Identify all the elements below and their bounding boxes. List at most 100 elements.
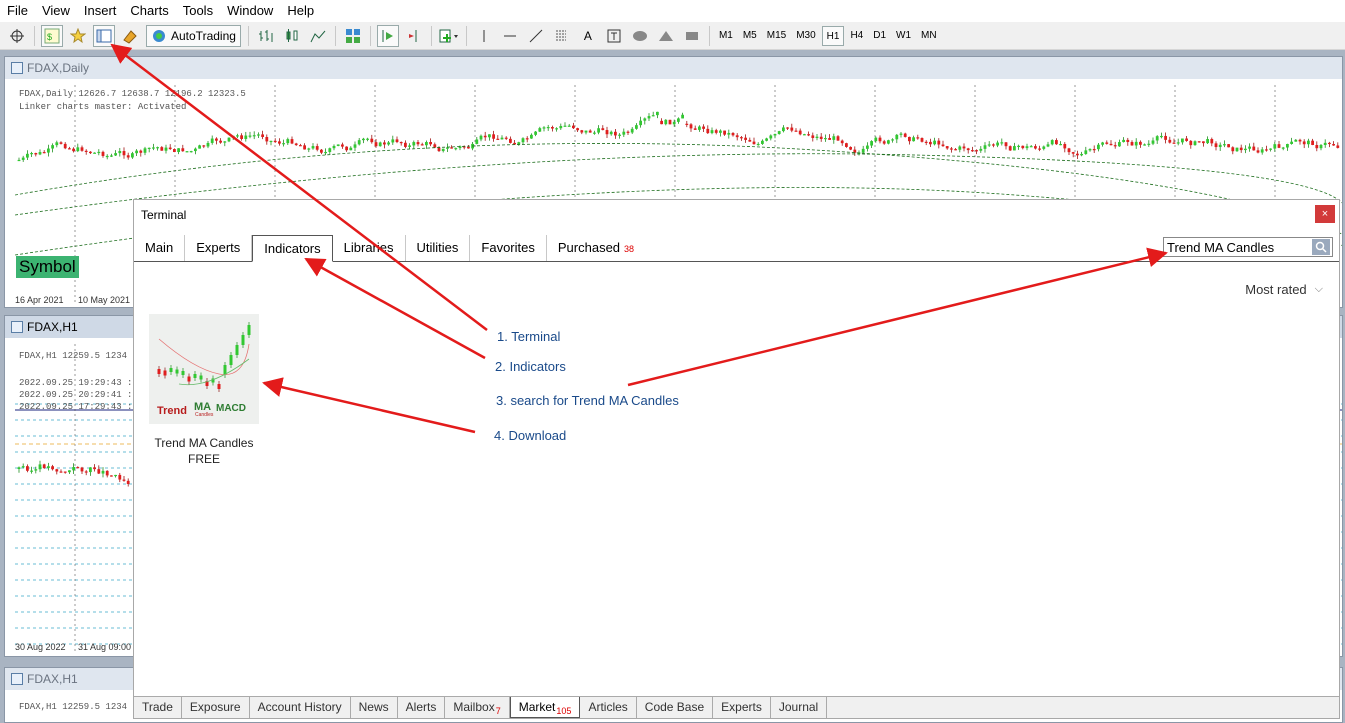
timeframe-m1[interactable]: M1 xyxy=(715,26,737,46)
tab-experts-log[interactable]: Experts xyxy=(713,697,771,718)
tab-trade[interactable]: Trade xyxy=(134,697,182,718)
timeframe-m15[interactable]: M15 xyxy=(763,26,790,46)
candle-body xyxy=(756,143,760,146)
tab-favorites[interactable]: Favorites xyxy=(470,235,547,261)
candle-body xyxy=(387,142,390,145)
menu-file[interactable]: File xyxy=(0,0,35,22)
timeframe-m30[interactable]: M30 xyxy=(792,26,819,46)
tab-articles[interactable]: Articles xyxy=(580,697,637,718)
menu-charts[interactable]: Charts xyxy=(123,0,175,22)
chart-window-icon xyxy=(11,62,23,74)
candle-body xyxy=(819,136,823,139)
text-label-icon[interactable] xyxy=(603,25,625,47)
menu-tools[interactable]: Tools xyxy=(176,0,220,22)
timeframe-m5[interactable]: M5 xyxy=(739,26,761,46)
ellipse-icon[interactable] xyxy=(629,25,651,47)
candle-body xyxy=(1210,139,1214,144)
horizontal-line-icon[interactable] xyxy=(499,25,521,47)
candle-body xyxy=(811,135,815,139)
sort-dropdown[interactable]: Most rated ⌵ xyxy=(1245,282,1323,297)
tab-exposure[interactable]: Exposure xyxy=(182,697,250,718)
candle-body xyxy=(194,148,197,152)
candle-body xyxy=(215,138,218,141)
rectangle-icon[interactable] xyxy=(681,25,703,47)
candle-body xyxy=(131,153,134,158)
tab-libraries[interactable]: Libraries xyxy=(333,235,406,261)
triangle-icon[interactable] xyxy=(655,25,677,47)
candle-body xyxy=(572,125,575,129)
tab-purchased[interactable]: Purchased 38 xyxy=(547,235,645,261)
crosshair-icon[interactable] xyxy=(6,25,28,47)
candle-body xyxy=(114,474,117,477)
candle-body xyxy=(1290,141,1293,144)
product-name[interactable]: Trend MA Candles xyxy=(149,436,259,450)
tab-mailbox[interactable]: Mailbox7 xyxy=(445,697,510,718)
thumb-candle-body xyxy=(175,369,179,374)
candle-body xyxy=(748,139,752,142)
menu-view[interactable]: View xyxy=(35,0,77,22)
timeframe-mn[interactable]: MN xyxy=(917,26,941,46)
text-tool-icon[interactable]: A xyxy=(577,25,599,47)
tab-indicators[interactable]: Indicators xyxy=(252,235,333,262)
candle-body xyxy=(672,121,676,125)
auto-scroll-icon[interactable] xyxy=(376,24,399,47)
strategy-tester-icon[interactable] xyxy=(119,25,141,47)
tab-experts[interactable]: Experts xyxy=(185,235,253,261)
candle-body xyxy=(861,148,865,153)
candle-body xyxy=(378,142,382,147)
terminal-toggle-icon[interactable] xyxy=(93,24,115,47)
tab-account-history[interactable]: Account History xyxy=(250,697,351,718)
timeframe-h4[interactable]: H4 xyxy=(846,26,867,46)
chart-shift-icon[interactable] xyxy=(403,25,425,47)
market-watch-icon[interactable]: $ xyxy=(41,24,63,47)
search-input[interactable] xyxy=(1164,239,1312,255)
timeframe-w1[interactable]: W1 xyxy=(892,26,915,46)
candle-body xyxy=(1008,146,1012,151)
tab-label: Utilities xyxy=(416,240,459,255)
menu-window[interactable]: Window xyxy=(220,0,280,22)
candle-body xyxy=(1160,135,1163,138)
candle-body xyxy=(219,140,222,143)
candle-body xyxy=(479,135,483,140)
candle-body xyxy=(752,141,756,145)
candle-body xyxy=(429,142,432,145)
chart-title-bar[interactable]: FDAX,Daily xyxy=(5,57,1342,79)
candle-body xyxy=(177,148,180,153)
trendline-icon[interactable] xyxy=(525,25,547,47)
tab-market[interactable]: Market105 xyxy=(509,697,581,718)
thumb-candle-body xyxy=(163,370,167,376)
candle-body xyxy=(97,469,101,474)
toolbar: $ AutoTrading A M1 M5 M15 M30 H1 H4 D1 W… xyxy=(0,22,1345,50)
tile-windows-icon[interactable] xyxy=(342,25,364,47)
timeframe-h1[interactable]: H1 xyxy=(821,25,845,46)
navigator-star-icon[interactable] xyxy=(67,25,89,47)
channel-icon[interactable] xyxy=(551,25,573,47)
search-icon[interactable] xyxy=(1312,239,1330,255)
close-button[interactable]: × xyxy=(1315,205,1335,223)
product-card[interactable]: Trend MA Candles MACD Trend MA Candles F… xyxy=(149,314,259,466)
timeframe-d1[interactable]: D1 xyxy=(869,26,890,46)
tab-label: Main xyxy=(145,240,174,255)
bar-chart-icon[interactable] xyxy=(255,25,277,47)
menu-help[interactable]: Help xyxy=(280,0,321,22)
candlestick-chart-icon[interactable] xyxy=(281,25,303,47)
line-chart-icon[interactable] xyxy=(307,25,329,47)
menu-insert[interactable]: Insert xyxy=(77,0,124,22)
tab-news[interactable]: News xyxy=(351,697,398,718)
tab-journal[interactable]: Journal xyxy=(771,697,828,718)
vertical-line-icon[interactable] xyxy=(473,25,495,47)
tab-label: Journal xyxy=(778,700,819,714)
add-indicator-icon[interactable] xyxy=(438,25,460,47)
tab-alerts[interactable]: Alerts xyxy=(398,697,446,718)
tab-label: Trade xyxy=(142,700,173,714)
tab-main[interactable]: Main xyxy=(134,235,186,261)
product-thumbnail[interactable]: Trend MA Candles MACD xyxy=(149,314,259,424)
autotrading-button[interactable]: AutoTrading xyxy=(146,24,241,47)
tab-code-base[interactable]: Code Base xyxy=(637,697,714,718)
candle-body xyxy=(101,470,105,474)
candle-body xyxy=(383,142,386,145)
candle-body xyxy=(454,148,458,150)
candle-body xyxy=(257,134,260,136)
tab-utilities[interactable]: Utilities xyxy=(406,235,471,261)
candle-body xyxy=(93,152,96,154)
